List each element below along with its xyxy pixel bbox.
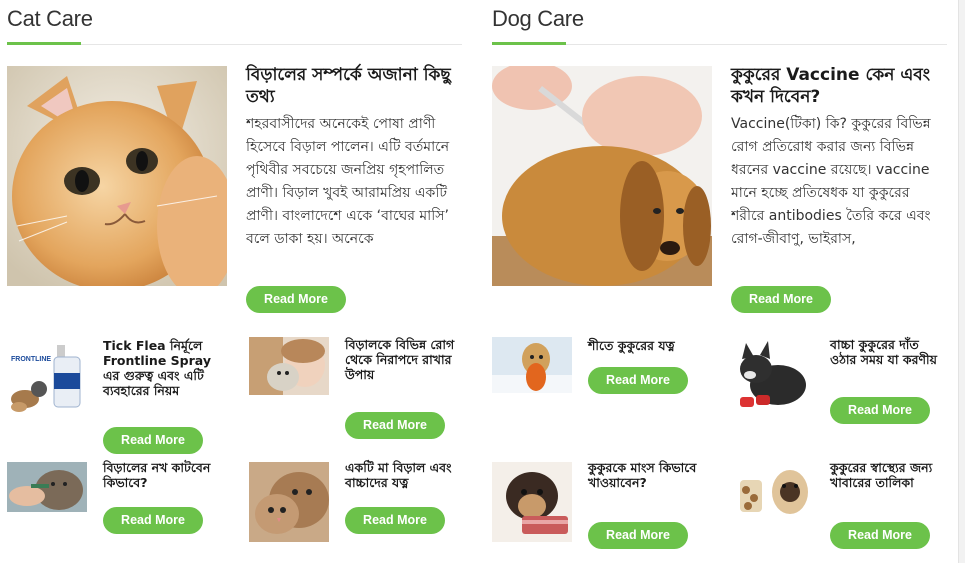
read-more-button[interactable]: Read More — [830, 397, 930, 424]
frontline-spray-photo-icon: FRONTLINE — [7, 337, 87, 417]
item-image[interactable] — [734, 337, 814, 417]
featured-dog-image[interactable] — [492, 66, 712, 286]
french-bulldog-puppy-photo-icon — [734, 337, 814, 417]
item-title[interactable]: বাচ্চা কুকুরের দাঁত ওঠার সময় যা করণীয় — [830, 337, 947, 367]
item-title[interactable]: শীতে কুকুরের যত্ন — [588, 338, 708, 353]
featured-excerpt: শহরবাসীদের অনেকেই পোষা প্রাণী হিসেবে বিড… — [246, 116, 450, 247]
mother-cat-kitten-photo-icon — [249, 462, 329, 542]
dog-care-section: Dog Care কুকুরের Vaccine কেন এবং কখন দিব… — [492, 0, 947, 563]
puppy-eating-meat-photo-icon — [492, 462, 572, 542]
pug-with-treats-photo-icon — [734, 462, 814, 522]
puppy-vaccine-photo-icon — [492, 66, 712, 286]
title-accent-bar — [7, 42, 81, 45]
read-more-button[interactable]: Read More — [345, 412, 445, 439]
item-image[interactable] — [249, 337, 329, 395]
section-title: Dog Care — [492, 6, 584, 31]
item-image[interactable] — [492, 337, 572, 393]
featured-excerpt: Vaccine(টিকা) কি? কুকুরের বিভিন্ন রোগ প্… — [731, 116, 931, 247]
read-more-button[interactable]: Read More — [731, 286, 831, 313]
read-more-button[interactable]: Read More — [103, 427, 203, 454]
read-more-button[interactable]: Read More — [588, 367, 688, 394]
read-more-button[interactable]: Read More — [588, 522, 688, 549]
read-more-button[interactable]: Read More — [345, 507, 445, 534]
cat-nail-clipping-photo-icon — [7, 462, 87, 512]
svg-text:FRONTLINE: FRONTLINE — [11, 356, 51, 363]
read-more-button[interactable]: Read More — [246, 286, 346, 313]
title-accent-bar — [492, 42, 566, 45]
dog-in-snow-scarf-photo-icon — [492, 337, 572, 393]
item-image[interactable] — [734, 462, 814, 522]
featured-cat-image[interactable] — [7, 66, 227, 286]
item-title[interactable]: Tick Flea নির্মূলে Frontline Spray এর গু… — [103, 338, 213, 398]
item-image[interactable]: FRONTLINE — [7, 337, 87, 417]
orange-kitten-photo-icon — [7, 66, 227, 286]
item-image[interactable] — [249, 462, 329, 542]
section-title: Cat Care — [7, 6, 93, 31]
item-image[interactable] — [7, 462, 87, 512]
item-title[interactable]: কুকুরের স্বাস্থ্যের জন্য খাবারের তালিকা — [830, 460, 947, 490]
item-title[interactable]: কুকুরকে মাংস কিভাবে খাওয়াবেন? — [588, 460, 698, 490]
item-image[interactable] — [492, 462, 572, 542]
page-scrollbar[interactable] — [958, 0, 965, 563]
item-title[interactable]: বিড়ালের নখ কাটবেন কিভাবে? — [103, 460, 218, 490]
item-title[interactable]: বিড়ালকে বিভিন্ন রোগ থেকে নিরাপদে রাখার … — [345, 337, 462, 382]
featured-title[interactable]: কুকুরের Vaccine কেন এবং কখন দিবেন? — [731, 64, 947, 108]
featured-title[interactable]: বিড়ালের সম্পর্কে অজানা কিছু তথ্য — [246, 64, 462, 108]
woman-with-cat-photo-icon — [249, 337, 329, 395]
item-title[interactable]: একটি মা বিড়াল এবং বাচ্চাদের যত্ন — [345, 460, 462, 490]
read-more-button[interactable]: Read More — [103, 507, 203, 534]
cat-care-section: Cat Care বিড়ালের সম্পর্কে অজানা কিছু তথ… — [7, 0, 462, 563]
read-more-button[interactable]: Read More — [830, 522, 930, 549]
